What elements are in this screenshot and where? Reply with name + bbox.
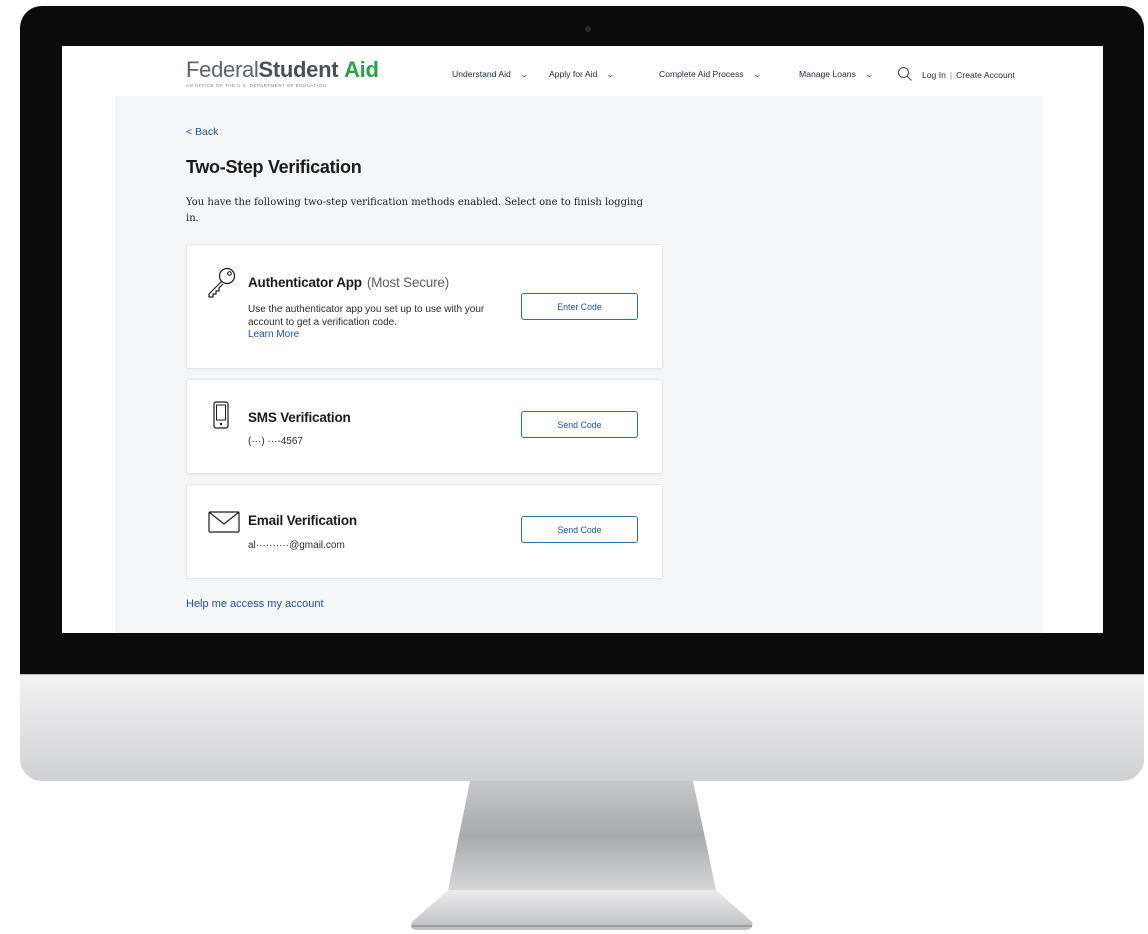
account-links: Log In | Create Account	[922, 70, 1015, 80]
envelope-icon	[208, 511, 240, 533]
phone-icon	[213, 401, 229, 429]
nav-understand-aid[interactable]: Understand Aid ⌄	[452, 69, 529, 79]
chevron-down-icon: ⌄	[519, 69, 529, 79]
nav-label: Complete Aid Process	[659, 69, 744, 79]
send-code-sms-button[interactable]: Send Code	[521, 411, 638, 438]
method-description: Use the authenticator app you set up to …	[248, 304, 503, 342]
search-icon[interactable]	[897, 66, 913, 82]
chevron-down-icon: ⌄	[864, 69, 874, 79]
site-header: FederalStudent Aid An Office of the U.S.…	[62, 46, 1103, 96]
create-account-link[interactable]: Create Account	[956, 70, 1015, 80]
browser-screen: FederalStudent Aid An Office of the U.S.…	[62, 46, 1103, 633]
method-title: SMS Verification	[248, 410, 351, 425]
most-secure-label: (Most Secure)	[366, 275, 450, 290]
chevron-down-icon: ⌄	[606, 69, 615, 79]
login-link[interactable]: Log In	[922, 70, 946, 80]
camera-dot	[585, 26, 591, 32]
chevron-down-icon: ⌄	[752, 69, 762, 79]
intro-text: You have the following two-step verifica…	[186, 197, 644, 224]
masked-email-address: al··········@gmail.com	[248, 540, 345, 551]
enter-code-button[interactable]: Enter Code	[521, 293, 638, 320]
send-code-email-button[interactable]: Send Code	[521, 516, 638, 543]
sms-verification-card: SMS Verification (···) ···-4567 Send Cod…	[186, 379, 663, 474]
key-icon	[208, 267, 236, 298]
page-title: Two-Step Verification	[186, 157, 362, 177]
monitor-chin	[20, 674, 1144, 781]
content-area: < Back Two-Step Verification You have th…	[115, 96, 1043, 633]
nav-label: Understand Aid	[452, 69, 511, 79]
email-verification-card: Email Verification al··········@gmail.co…	[186, 484, 663, 579]
nav-label: Apply for Aid	[549, 69, 598, 79]
help-access-account-link[interactable]: Help me access my account	[186, 598, 324, 610]
authenticator-app-card: Authenticator App (Most Secure) Use the a…	[186, 244, 663, 369]
nav-apply-for-aid[interactable]: Apply for Aid ⌄	[549, 69, 615, 79]
method-description-text: Use the authenticator app you set up to …	[248, 304, 485, 328]
nav-complete-aid-process[interactable]: Complete Aid Process ⌄	[659, 69, 762, 79]
masked-phone-number: (···) ···-4567	[248, 436, 303, 447]
nav-manage-loans[interactable]: Manage Loans ⌄	[799, 69, 874, 79]
back-link[interactable]: < Back	[186, 126, 218, 138]
method-title-text: Authenticator App	[248, 275, 362, 290]
nav-label: Manage Loans	[799, 69, 856, 79]
learn-more-link[interactable]: Learn More	[248, 329, 503, 342]
logo-tagline: An Office of the U.S. Department of Educ…	[186, 83, 327, 88]
link-separator: |	[949, 70, 953, 80]
method-title: Authenticator App (Most Secure)	[248, 275, 449, 290]
method-title: Email Verification	[248, 513, 357, 528]
